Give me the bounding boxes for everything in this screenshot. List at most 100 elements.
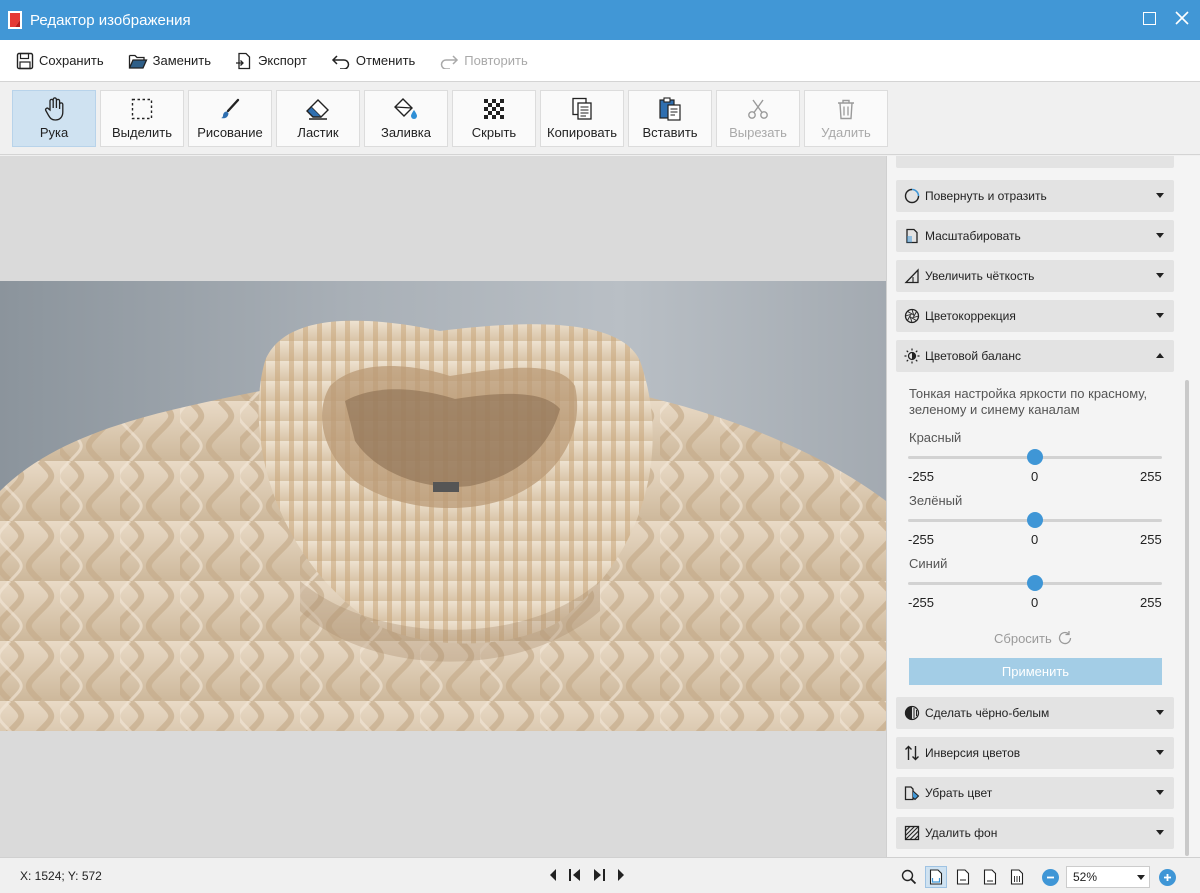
zoom-in-button[interactable] — [1156, 866, 1178, 888]
section-grayscale[interactable]: Сделать чёрно-белым — [896, 697, 1174, 729]
page-icon — [956, 869, 970, 885]
tool-hand[interactable]: Рука — [12, 90, 96, 147]
section-invert-label: Инверсия цветов — [925, 746, 1021, 760]
chevron-up-icon — [1156, 353, 1164, 358]
save-label: Сохранить — [39, 53, 104, 68]
tool-copy-label: Копировать — [547, 125, 617, 140]
zoom-out-button[interactable] — [1039, 866, 1061, 888]
fit-page-button[interactable] — [925, 866, 947, 888]
last-icon[interactable] — [592, 868, 606, 882]
chevron-down-icon — [1156, 273, 1164, 278]
brightness-icon — [904, 348, 920, 364]
section-rotate[interactable]: Повернуть и отразить — [896, 180, 1174, 212]
title-bar: Редактор изображения — [0, 0, 1200, 40]
eraser-icon — [306, 99, 329, 120]
slider-green-handle[interactable] — [1027, 512, 1043, 528]
tool-hide-label: Скрыть — [471, 125, 517, 140]
section-color-correction[interactable]: Цветокоррекция — [896, 300, 1174, 332]
refresh-icon — [1058, 631, 1071, 645]
slider-red-min: -255 — [908, 469, 935, 484]
tool-select-label: Выделить — [112, 125, 172, 140]
grayscale-icon — [904, 705, 920, 721]
first-icon[interactable] — [568, 868, 582, 882]
color-balance-body: Тонкая настройка яркости по красному, зе… — [896, 376, 1174, 694]
export-button[interactable]: Экспорт — [235, 52, 307, 70]
slider-blue-min: -255 — [908, 595, 935, 610]
scale-icon — [906, 228, 918, 244]
actual-size-button[interactable] — [979, 866, 1001, 888]
tool-select[interactable]: Выделить — [100, 90, 184, 147]
tool-fill[interactable]: Заливка — [364, 90, 448, 147]
tool-cut[interactable]: Вырезать — [716, 90, 800, 147]
replace-label: Заменить — [152, 53, 212, 68]
redo-label: Повторить — [464, 53, 528, 68]
selection-icon — [131, 98, 153, 120]
slider-green-label: Зелёный — [909, 493, 963, 508]
tool-delete[interactable]: Удалить — [804, 90, 888, 147]
slider-green-max: 255 — [1140, 532, 1162, 547]
section-sharpen[interactable]: Увеличить чёткость — [896, 260, 1174, 292]
app-logo-icon — [8, 11, 22, 29]
chevron-down-icon — [1156, 830, 1164, 835]
folder-open-icon — [128, 54, 148, 69]
section-remove-background-label: Удалить фон — [925, 826, 998, 840]
tool-cut-label: Вырезать — [729, 125, 787, 140]
slider-red-mid: 0 — [1031, 469, 1039, 484]
fit-width-button[interactable] — [952, 866, 974, 888]
zoom-select[interactable]: 52% — [1066, 866, 1150, 888]
slider-green-mid: 0 — [1031, 532, 1039, 547]
section-color-balance[interactable]: Цветовой баланс — [896, 340, 1174, 372]
chevron-down-icon — [1156, 233, 1164, 238]
cursor-coordinates: X: 1524; Y: 572 — [20, 869, 102, 883]
tool-copy[interactable]: Копировать — [540, 90, 624, 147]
tool-bar: Рука Выделить Рисование Ластик Заливка С… — [0, 83, 1200, 155]
next-icon[interactable] — [616, 868, 626, 882]
window-title: Редактор изображения — [30, 11, 191, 29]
reset-button[interactable]: Сбросить — [994, 630, 1073, 646]
chevron-down-icon — [1156, 790, 1164, 795]
save-icon — [16, 52, 34, 69]
scissors-icon — [748, 99, 768, 119]
slider-blue-max: 255 — [1140, 595, 1162, 610]
aperture-icon — [904, 308, 920, 324]
tool-eraser[interactable]: Ластик — [276, 90, 360, 147]
panel-scrollbar[interactable] — [1185, 380, 1189, 856]
tool-paste[interactable]: Вставить — [628, 90, 712, 147]
export-label: Экспорт — [258, 53, 307, 68]
undo-icon — [331, 54, 350, 69]
tool-hand-label: Рука — [39, 125, 69, 140]
apply-button[interactable]: Применить — [909, 658, 1162, 685]
tool-fill-label: Заливка — [380, 125, 432, 140]
section-invert[interactable]: Инверсия цветов — [896, 737, 1174, 769]
redo-button[interactable]: Повторить — [439, 53, 528, 69]
rotate-icon — [904, 188, 920, 204]
prev-icon[interactable] — [548, 868, 558, 882]
slider-green-min: -255 — [908, 532, 935, 547]
tool-hide[interactable]: Скрыть — [452, 90, 536, 147]
maximize-icon[interactable] — [1143, 11, 1156, 25]
slider-blue-handle[interactable] — [1027, 575, 1043, 591]
zoom-tools: 52% — [898, 866, 1183, 888]
tool-paste-label: Вставить — [642, 125, 698, 140]
tool-draw[interactable]: Рисование — [188, 90, 272, 147]
image-canvas[interactable] — [0, 156, 886, 857]
brush-icon — [221, 98, 240, 119]
zoom-search-button[interactable] — [898, 866, 920, 888]
two-page-button[interactable] — [1006, 866, 1028, 888]
replace-button[interactable]: Заменить — [128, 52, 211, 70]
redo-icon — [441, 54, 459, 69]
slider-blue-mid: 0 — [1031, 595, 1039, 610]
slider-red-handle[interactable] — [1027, 449, 1043, 465]
undo-button[interactable]: Отменить — [331, 53, 415, 69]
edited-photo[interactable] — [0, 281, 886, 731]
section-scale[interactable]: Масштабировать — [896, 220, 1174, 252]
section-rotate-label: Повернуть и отразить — [925, 189, 1047, 203]
section-sharpen-label: Увеличить чёткость — [925, 269, 1035, 283]
section-remove-color[interactable]: Убрать цвет — [896, 777, 1174, 809]
invert-arrows-icon — [905, 745, 919, 761]
save-button[interactable]: Сохранить — [16, 52, 104, 70]
menu-bar: Сохранить Заменить Экспорт Отменить Повт… — [0, 40, 1200, 82]
collapsed-section-top[interactable] — [896, 156, 1174, 168]
close-icon[interactable] — [1174, 10, 1190, 26]
section-remove-background[interactable]: Удалить фон — [896, 817, 1174, 849]
